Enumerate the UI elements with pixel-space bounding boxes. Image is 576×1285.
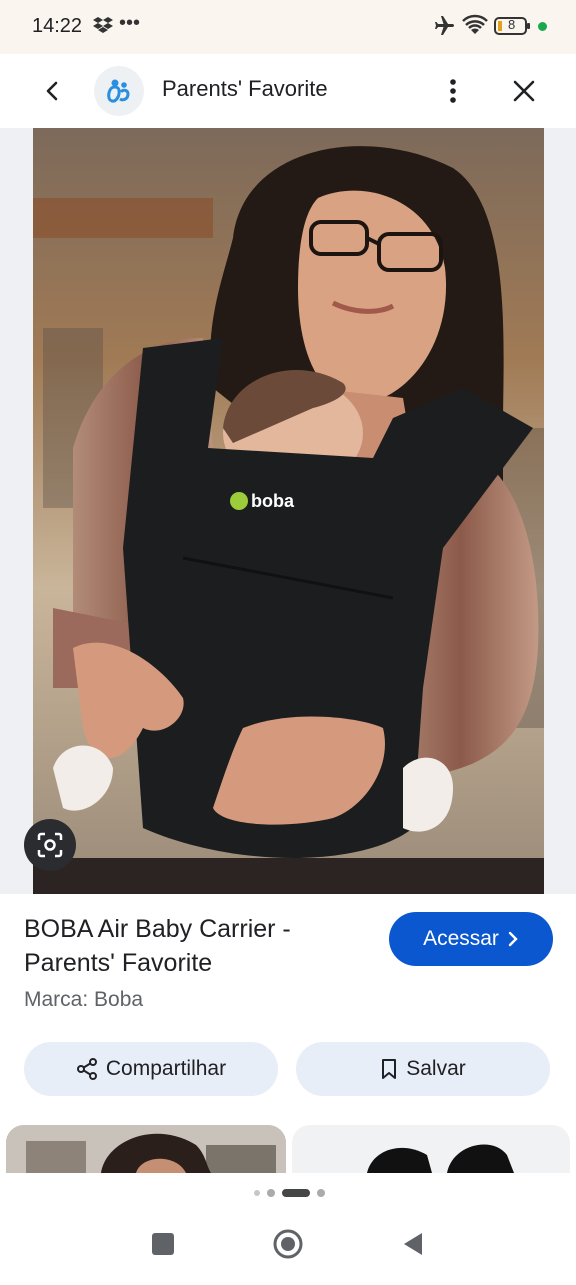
- product-photo[interactable]: boba: [33, 128, 544, 894]
- lens-search-button[interactable]: [24, 819, 76, 871]
- related-image-1[interactable]: [6, 1125, 286, 1173]
- visit-button[interactable]: Acessar: [389, 912, 553, 966]
- site-logo[interactable]: [94, 66, 144, 116]
- share-button-label: Compartilhar: [105, 1057, 227, 1080]
- bookmark-icon: [382, 1059, 397, 1079]
- carousel-pager: [0, 1186, 576, 1198]
- pager-dot: [254, 1190, 260, 1196]
- top-app-bar: Parents' Favorite: [0, 54, 576, 128]
- back-arrow-icon: [46, 81, 58, 101]
- pager-dot: [267, 1189, 275, 1197]
- visit-button-label: Acessar: [423, 927, 499, 950]
- airplane-mode-icon: [432, 14, 456, 43]
- dropbox-icon: [92, 14, 114, 41]
- share-button[interactable]: Compartilhar: [24, 1042, 278, 1096]
- save-button[interactable]: Salvar: [296, 1042, 550, 1096]
- battery-level: 8: [508, 17, 516, 32]
- status-time: 14:22: [32, 15, 83, 37]
- product-title: BOBA Air Baby Carrier - Parents' Favorit…: [24, 915, 291, 977]
- status-bar: 14:22 ••• 8: [0, 0, 576, 54]
- lens-icon: [37, 832, 63, 858]
- close-icon: [513, 80, 535, 102]
- chevron-right-icon: [508, 931, 518, 947]
- recents-square-icon[interactable]: [152, 1233, 174, 1255]
- carrier-brand-print: boba: [251, 491, 295, 511]
- wifi-icon: [462, 14, 488, 41]
- system-nav-bar: [0, 1200, 576, 1280]
- image-preview: boba: [0, 128, 576, 894]
- related-image-2[interactable]: [292, 1125, 570, 1173]
- status-dot: [538, 22, 547, 31]
- pager-dot: [317, 1189, 325, 1197]
- save-button-label: Salvar: [406, 1057, 466, 1080]
- share-icon: [76, 1058, 97, 1080]
- menu-button[interactable]: [432, 70, 474, 112]
- back-button[interactable]: [32, 70, 74, 112]
- close-button[interactable]: [503, 70, 545, 112]
- pager-dot-active: [282, 1189, 310, 1197]
- page-title: Parents' Favorite: [162, 76, 328, 101]
- more-dots-icon: •••: [119, 12, 141, 34]
- product-brand: Marca: Boba: [24, 988, 144, 1011]
- parents-favorite-logo-icon: [107, 79, 130, 103]
- back-triangle-icon[interactable]: [404, 1233, 422, 1255]
- vertical-dots-icon: [450, 79, 456, 103]
